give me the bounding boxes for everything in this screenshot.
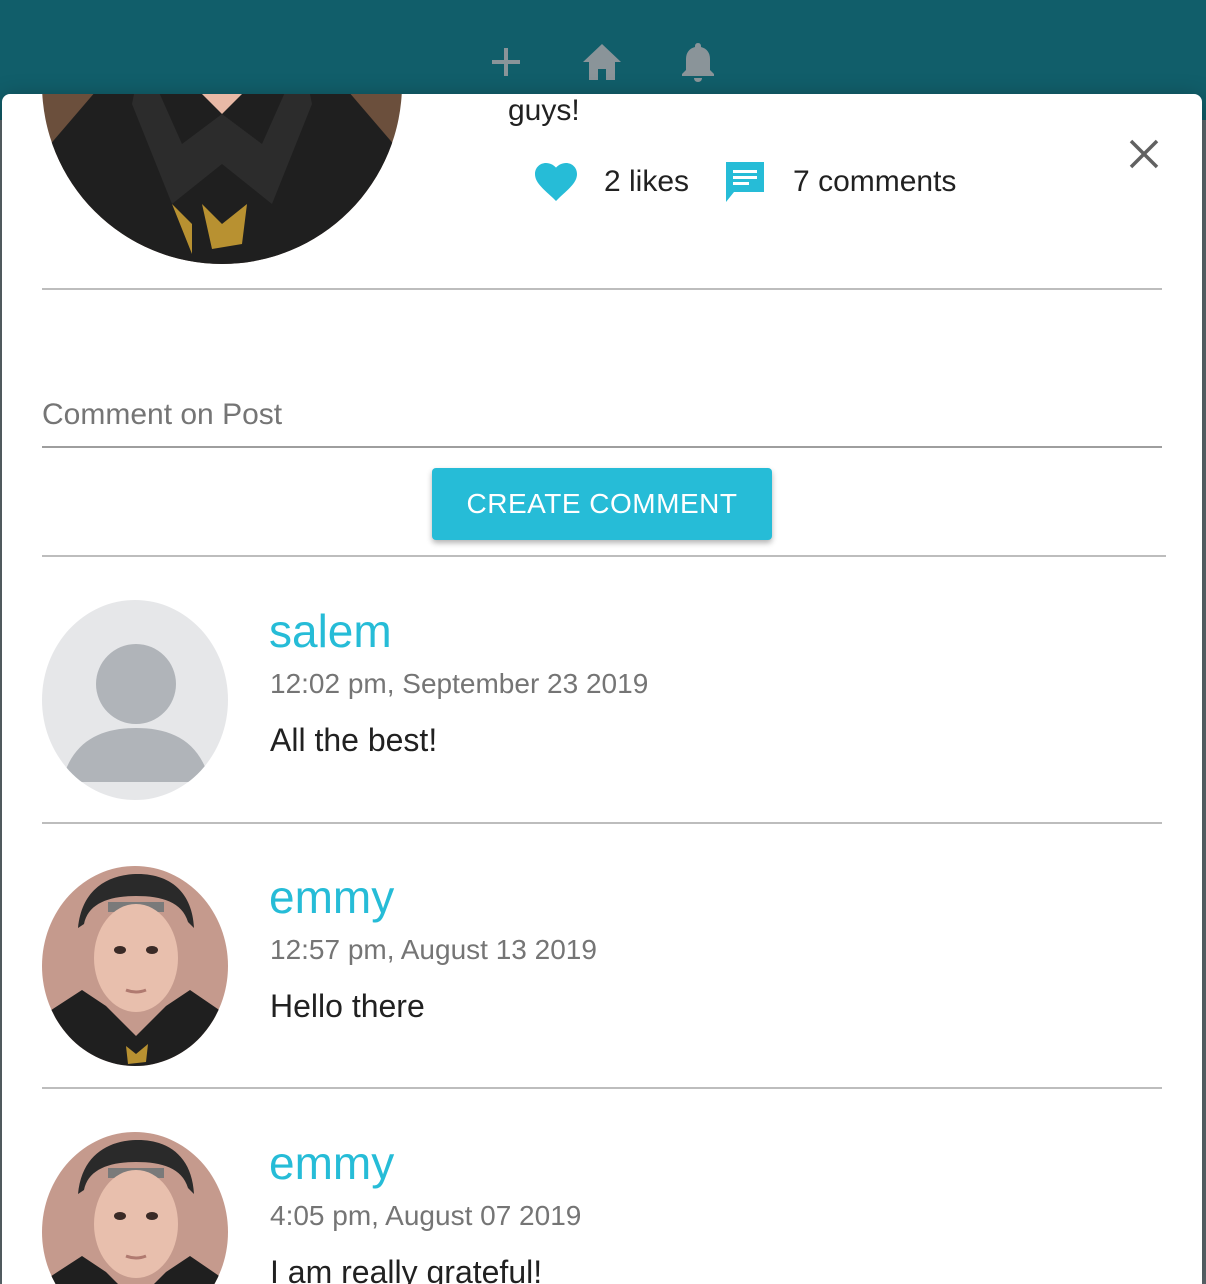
comment-timestamp: 4:05 pm, August 07 2019 — [270, 1200, 582, 1231]
divider — [42, 1087, 1162, 1089]
close-button[interactable] — [1122, 132, 1166, 176]
comment-author[interactable]: emmy — [269, 870, 394, 924]
divider — [42, 288, 1162, 290]
comment-icon[interactable] — [723, 158, 767, 206]
home-icon[interactable] — [580, 40, 624, 84]
create-comment-button[interactable]: CREATE COMMENT — [432, 468, 772, 540]
comment-timestamp: 12:57 pm, August 13 2019 — [270, 934, 597, 965]
divider — [42, 555, 1166, 557]
comment-text: Hello there — [270, 988, 425, 1024]
likes-count: 2 likes — [604, 165, 690, 198]
comment-item: emmy 12:57 pm, August 13 2019 Hello ther… — [42, 866, 1162, 1066]
post-dialog: guys! 2 likes 7 comments CREATE COMMENT … — [2, 94, 1202, 1284]
comment-item: emmy 4:05 pm, August 07 2019 I am really… — [42, 1132, 1162, 1284]
comment-text: I am really grateful! — [270, 1254, 543, 1284]
divider — [42, 822, 1162, 824]
heart-icon[interactable] — [532, 158, 580, 206]
post-text: guys! — [508, 94, 580, 127]
add-icon[interactable] — [484, 40, 528, 84]
bell-icon[interactable] — [676, 40, 720, 84]
comment-item: salem 12:02 pm, September 23 2019 All th… — [42, 600, 1162, 800]
comment-input[interactable] — [42, 384, 1162, 448]
post-author-avatar — [42, 94, 402, 264]
comment-text: All the best! — [270, 722, 438, 758]
post-stats: 2 likes 7 comments — [532, 156, 956, 208]
comment-author[interactable]: emmy — [269, 1136, 394, 1190]
comments-count: 7 comments — [793, 165, 957, 198]
comment-author[interactable]: salem — [269, 604, 392, 658]
close-icon — [1129, 139, 1159, 169]
user-photo-avatar — [42, 866, 228, 1066]
default-avatar — [42, 600, 228, 800]
user-photo-avatar — [42, 1132, 228, 1284]
comment-timestamp: 12:02 pm, September 23 2019 — [270, 668, 649, 699]
